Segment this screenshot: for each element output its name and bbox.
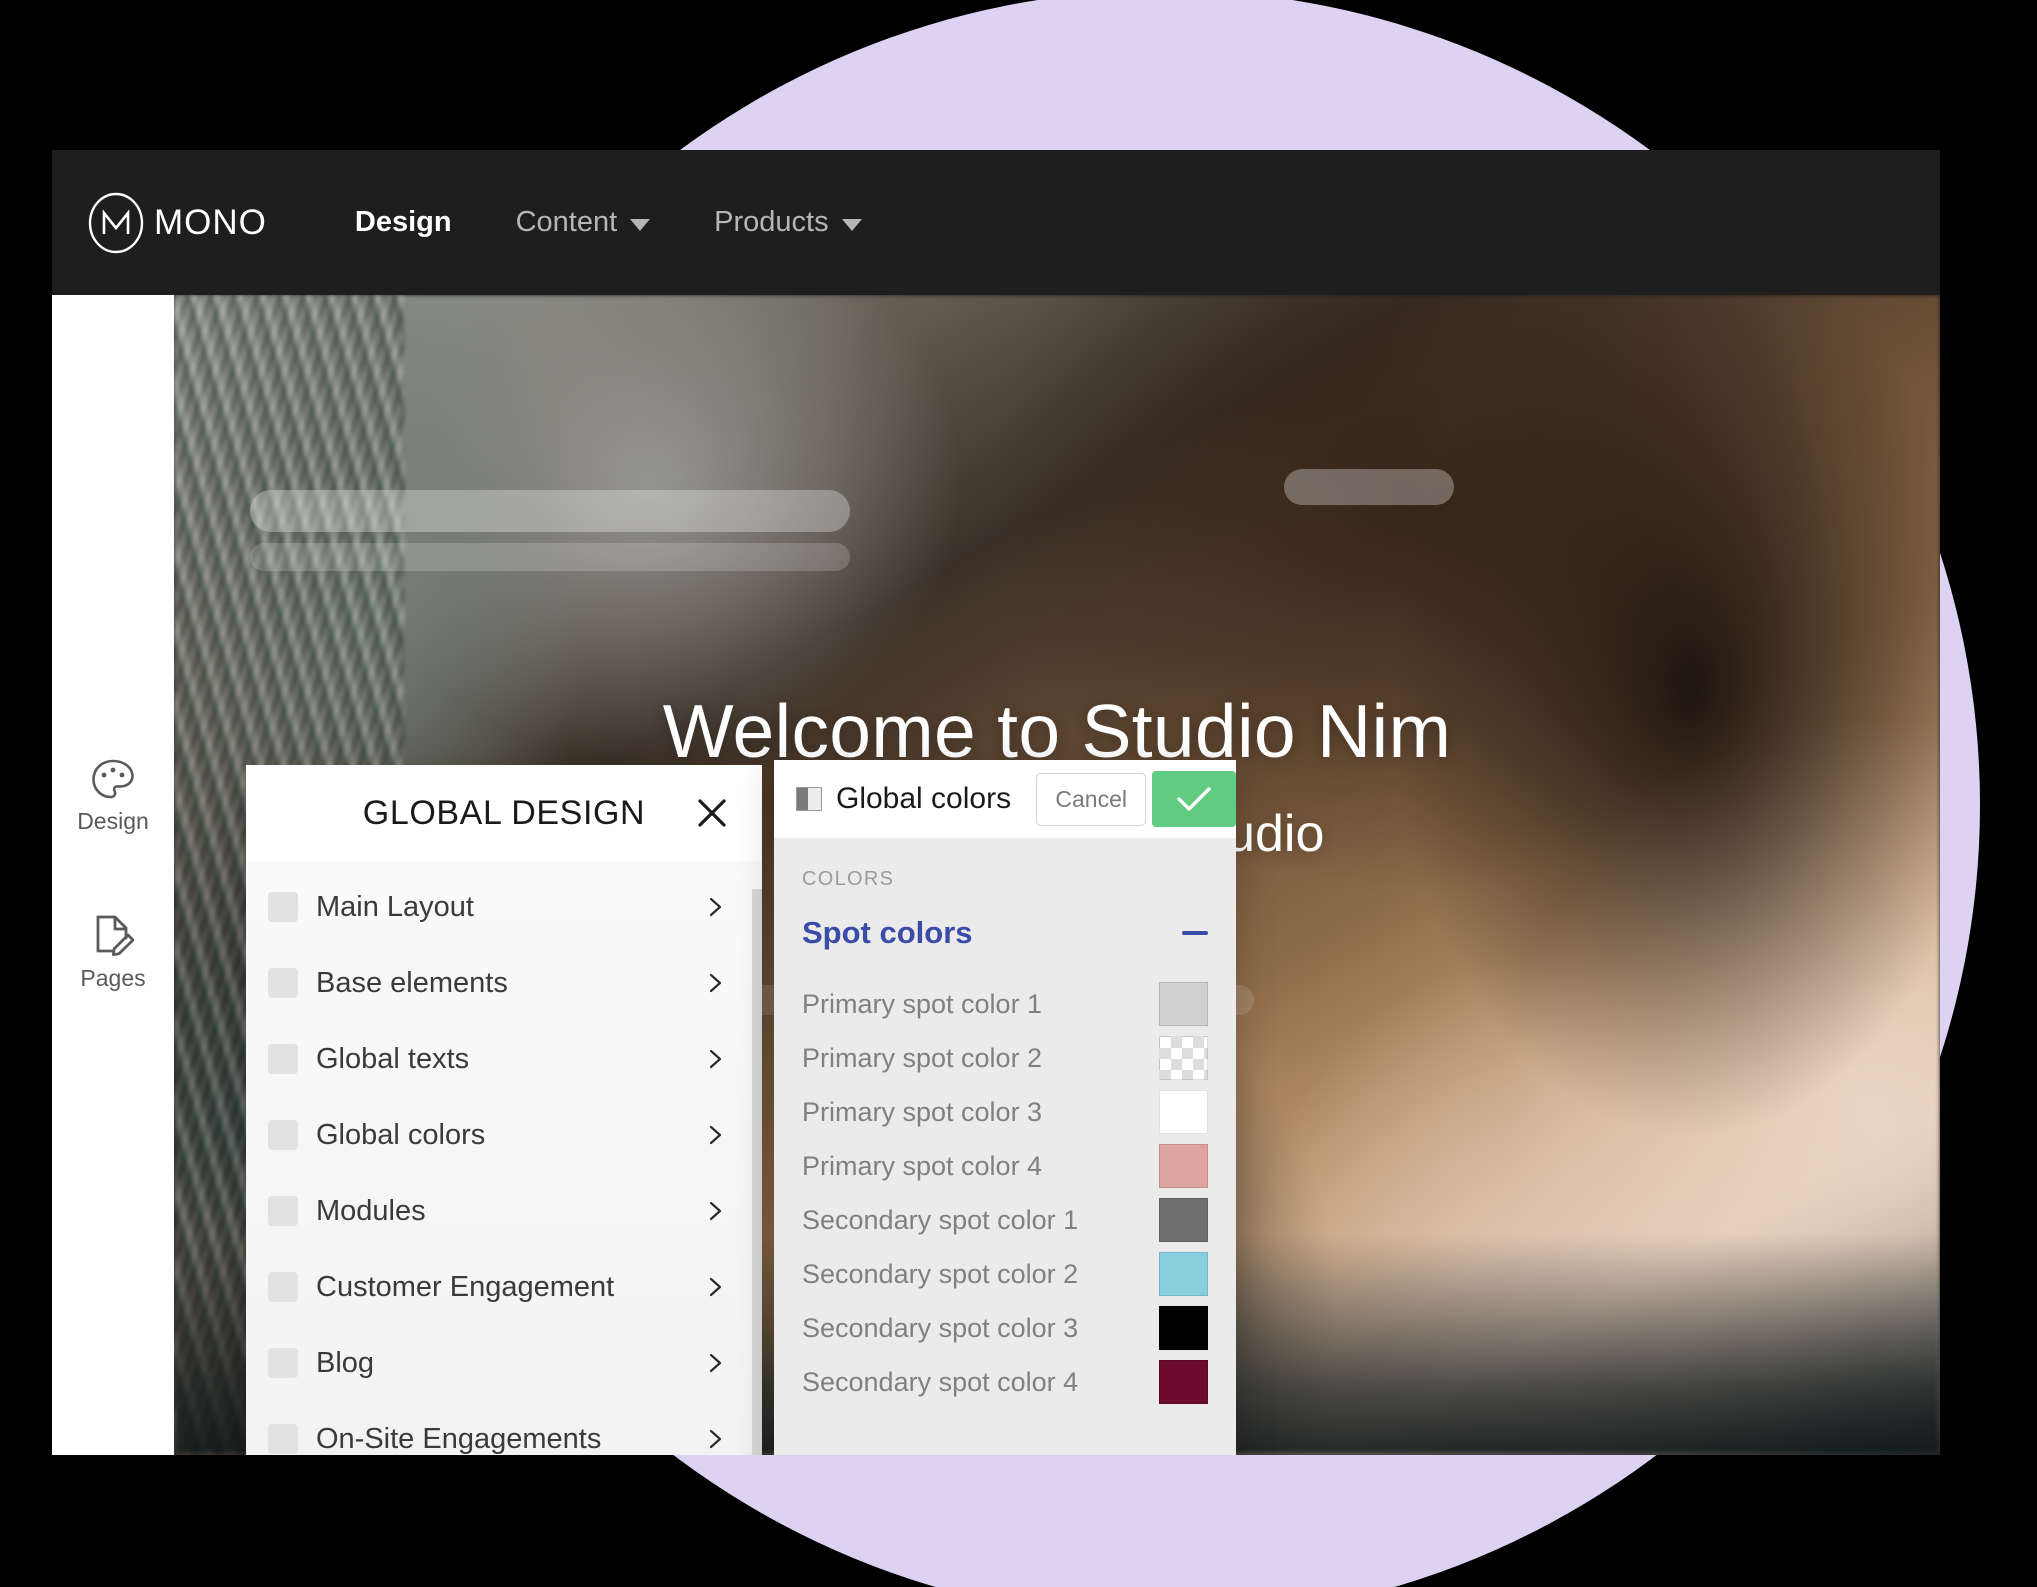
nav-item-products[interactable]: Products (714, 206, 862, 239)
global-design-item[interactable]: Global texts (246, 1021, 762, 1097)
global-colors-title: Global colors (836, 782, 1012, 815)
global-design-item[interactable]: Main Layout (246, 869, 762, 945)
global-colors-panel: Global colors Cancel COLORS Spot colors … (774, 760, 1236, 1455)
global-design-item[interactable]: Blog (246, 1325, 762, 1401)
minus-icon[interactable] (1182, 931, 1208, 935)
chevron-right-icon (709, 897, 722, 917)
spot-color-swatch[interactable] (1159, 1144, 1208, 1188)
chevron-down-icon (630, 218, 651, 231)
global-design-panel: GLOBAL DESIGN Main Layout Base elements Gl… (246, 765, 762, 1455)
spot-color-label: Secondary spot color 3 (802, 1312, 1079, 1343)
spot-color-swatch[interactable] (1159, 1306, 1208, 1350)
spot-color-label: Secondary spot color 1 (802, 1204, 1079, 1235)
item-swatch-icon (268, 1348, 298, 1378)
spot-color-row[interactable]: Secondary spot color 3 (802, 1301, 1208, 1355)
spot-color-label: Primary spot color 1 (802, 988, 1043, 1019)
global-design-item-label: Base elements (316, 966, 508, 999)
global-design-item-label: Main Layout (316, 890, 474, 923)
swatch-icon (796, 787, 822, 811)
mono-logo-icon (88, 192, 144, 253)
panel-scrollbar[interactable] (752, 889, 762, 1455)
chevron-right-icon (709, 973, 722, 993)
workspace: Design Pages Welcome to Studio Nim Studi… (52, 295, 1940, 1455)
rail-label-design: Design (77, 808, 149, 834)
item-swatch-icon (268, 1044, 298, 1074)
nav-item-content[interactable]: Content (516, 206, 651, 239)
global-design-item[interactable]: On-Site Engagements (246, 1401, 762, 1455)
item-swatch-icon (268, 968, 298, 998)
spot-color-swatch[interactable] (1159, 1090, 1208, 1134)
brand-logo[interactable]: MONO (87, 192, 267, 254)
spot-colors-title: Spot colors (802, 915, 973, 950)
rail-label-pages: Pages (80, 965, 146, 991)
chevron-right-icon (709, 1277, 722, 1297)
item-swatch-icon (268, 1272, 298, 1302)
nav-label-design: Design (354, 206, 452, 238)
global-design-title: GLOBAL DESIGN (362, 793, 646, 832)
top-navigation-bar: MONO Design Content Products (52, 150, 1940, 295)
global-design-item-label: Global colors (316, 1118, 486, 1151)
chevron-right-icon (709, 1353, 722, 1373)
global-design-item-label: On-Site Engagements (316, 1422, 602, 1455)
colors-section-label: COLORS (802, 868, 895, 890)
spot-color-row[interactable]: Primary spot color 1 (802, 977, 1208, 1031)
chevron-right-icon (709, 1049, 722, 1069)
brand-name: MONO (154, 202, 267, 242)
chevron-right-icon (709, 1201, 722, 1221)
nav-item-design[interactable]: Design (355, 206, 452, 239)
close-icon[interactable] (692, 793, 732, 833)
spot-color-swatch[interactable] (1159, 1036, 1208, 1080)
spot-color-row[interactable]: Primary spot color 4 (802, 1139, 1208, 1193)
cancel-button[interactable]: Cancel (1036, 772, 1146, 826)
global-design-item-label: Blog (316, 1346, 375, 1379)
global-design-item-label: Modules (316, 1194, 426, 1227)
spot-color-swatch[interactable] (1159, 1252, 1208, 1296)
palette-icon (92, 759, 134, 799)
spot-colors-group-header[interactable]: Spot colors (802, 915, 1208, 951)
spot-color-label: Primary spot color 2 (802, 1042, 1043, 1073)
item-swatch-icon (268, 1120, 298, 1150)
spot-color-row[interactable]: Primary spot color 2 (802, 1031, 1208, 1085)
rail-item-pages[interactable]: Pages (80, 913, 146, 992)
nav-label-content: Content (515, 206, 618, 238)
spot-color-row[interactable]: Primary spot color 3 (802, 1085, 1208, 1139)
global-design-item[interactable]: Base elements (246, 945, 762, 1021)
rail-item-design[interactable]: Design (77, 758, 149, 835)
screenshot-stage: MONO Design Content Products Design Page… (0, 0, 2037, 1587)
item-swatch-icon (268, 1424, 298, 1454)
global-design-menu: Main Layout Base elements Global texts Glob… (246, 861, 762, 1455)
spot-color-row[interactable]: Secondary spot color 1 (802, 1193, 1208, 1247)
app-window: MONO Design Content Products Design Page… (52, 150, 1940, 1455)
spot-color-label: Secondary spot color 4 (802, 1366, 1079, 1397)
nav-label-products: Products (714, 206, 829, 238)
spot-color-row[interactable]: Secondary spot color 4 (802, 1355, 1208, 1409)
spot-color-label: Primary spot color 4 (802, 1150, 1043, 1181)
chevron-down-icon (841, 218, 862, 231)
spot-color-swatch[interactable] (1159, 1360, 1208, 1404)
global-colors-header: Global colors Cancel (774, 760, 1236, 838)
page-edit-icon (96, 915, 134, 956)
global-design-header: GLOBAL DESIGN (246, 765, 762, 861)
global-colors-body: COLORS Spot colors Primary spot color 1P… (774, 838, 1236, 1409)
spot-color-label: Primary spot color 3 (802, 1096, 1043, 1127)
global-design-item[interactable]: Customer Engagement (246, 1249, 762, 1325)
spot-colors-list: Primary spot color 1 Primary spot color 2… (802, 977, 1208, 1409)
global-design-item[interactable]: Global colors (246, 1097, 762, 1173)
chevron-right-icon (709, 1429, 722, 1449)
chevron-right-icon (709, 1125, 722, 1145)
spot-color-swatch[interactable] (1159, 1198, 1208, 1242)
tool-rail: Design Pages (52, 295, 174, 1455)
spot-color-row[interactable]: Secondary spot color 2 (802, 1247, 1208, 1301)
item-swatch-icon (268, 892, 298, 922)
global-design-item-label: Customer Engagement (316, 1270, 615, 1303)
spot-color-label: Secondary spot color 2 (802, 1258, 1079, 1289)
global-design-item[interactable]: Modules (246, 1173, 762, 1249)
main-nav: Design Content Products (355, 206, 926, 239)
check-icon (1177, 787, 1211, 811)
global-design-item-label: Global texts (316, 1042, 470, 1075)
confirm-button[interactable] (1152, 771, 1236, 827)
spot-color-swatch[interactable] (1159, 982, 1208, 1026)
item-swatch-icon (268, 1196, 298, 1226)
